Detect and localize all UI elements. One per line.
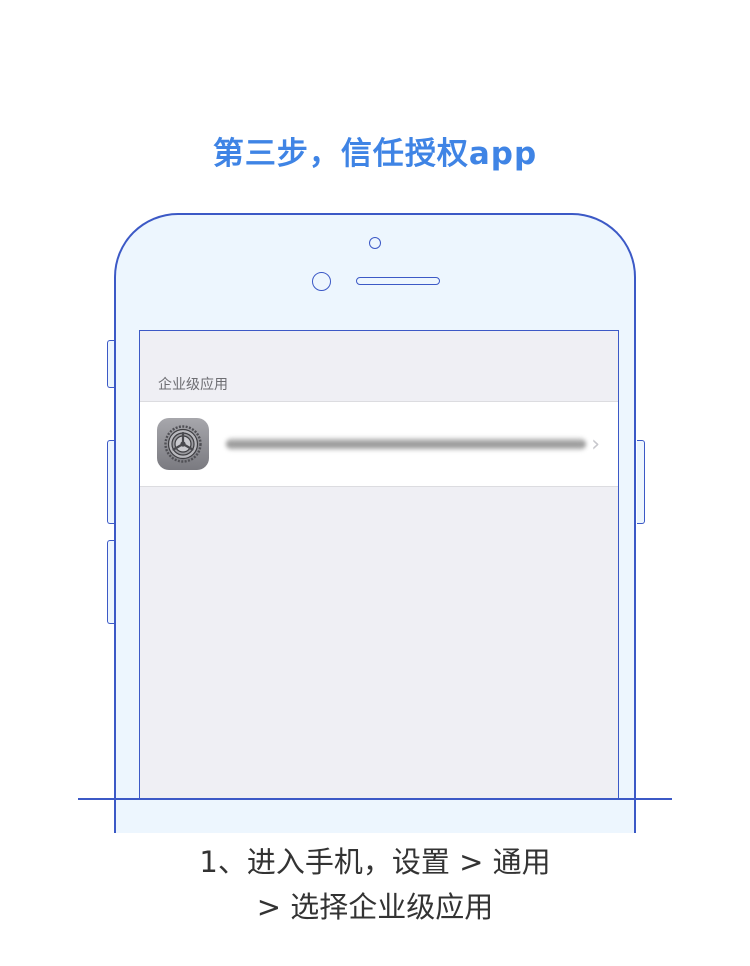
power-button	[637, 440, 645, 524]
instruction-line-1: 1、进入手机，设置 > 通用	[199, 845, 551, 879]
settings-gear-icon	[157, 418, 209, 470]
instruction-line-2: > 选择企业级应用	[256, 890, 494, 924]
section-header: 企业级应用	[158, 377, 228, 393]
blurred-app-name	[226, 438, 586, 450]
earpiece-speaker-icon	[356, 277, 440, 285]
front-camera-icon	[369, 237, 381, 249]
page-title: 第三步，信任授权app	[212, 136, 538, 172]
phone-screen: 企业级应用 ›	[139, 330, 619, 800]
proximity-sensor-icon	[312, 272, 331, 291]
chevron-right-icon: ›	[591, 432, 600, 457]
enterprise-app-cell[interactable]: ›	[140, 401, 618, 487]
tutorial-step: 第三步，信任授权app 企业级应用 › 1、进入手机，设置 > 通用 > 选择企…	[0, 0, 750, 966]
ground-line	[78, 798, 672, 800]
instructions: 1、进入手机，设置 > 通用 > 选择企业级应用	[0, 840, 750, 930]
